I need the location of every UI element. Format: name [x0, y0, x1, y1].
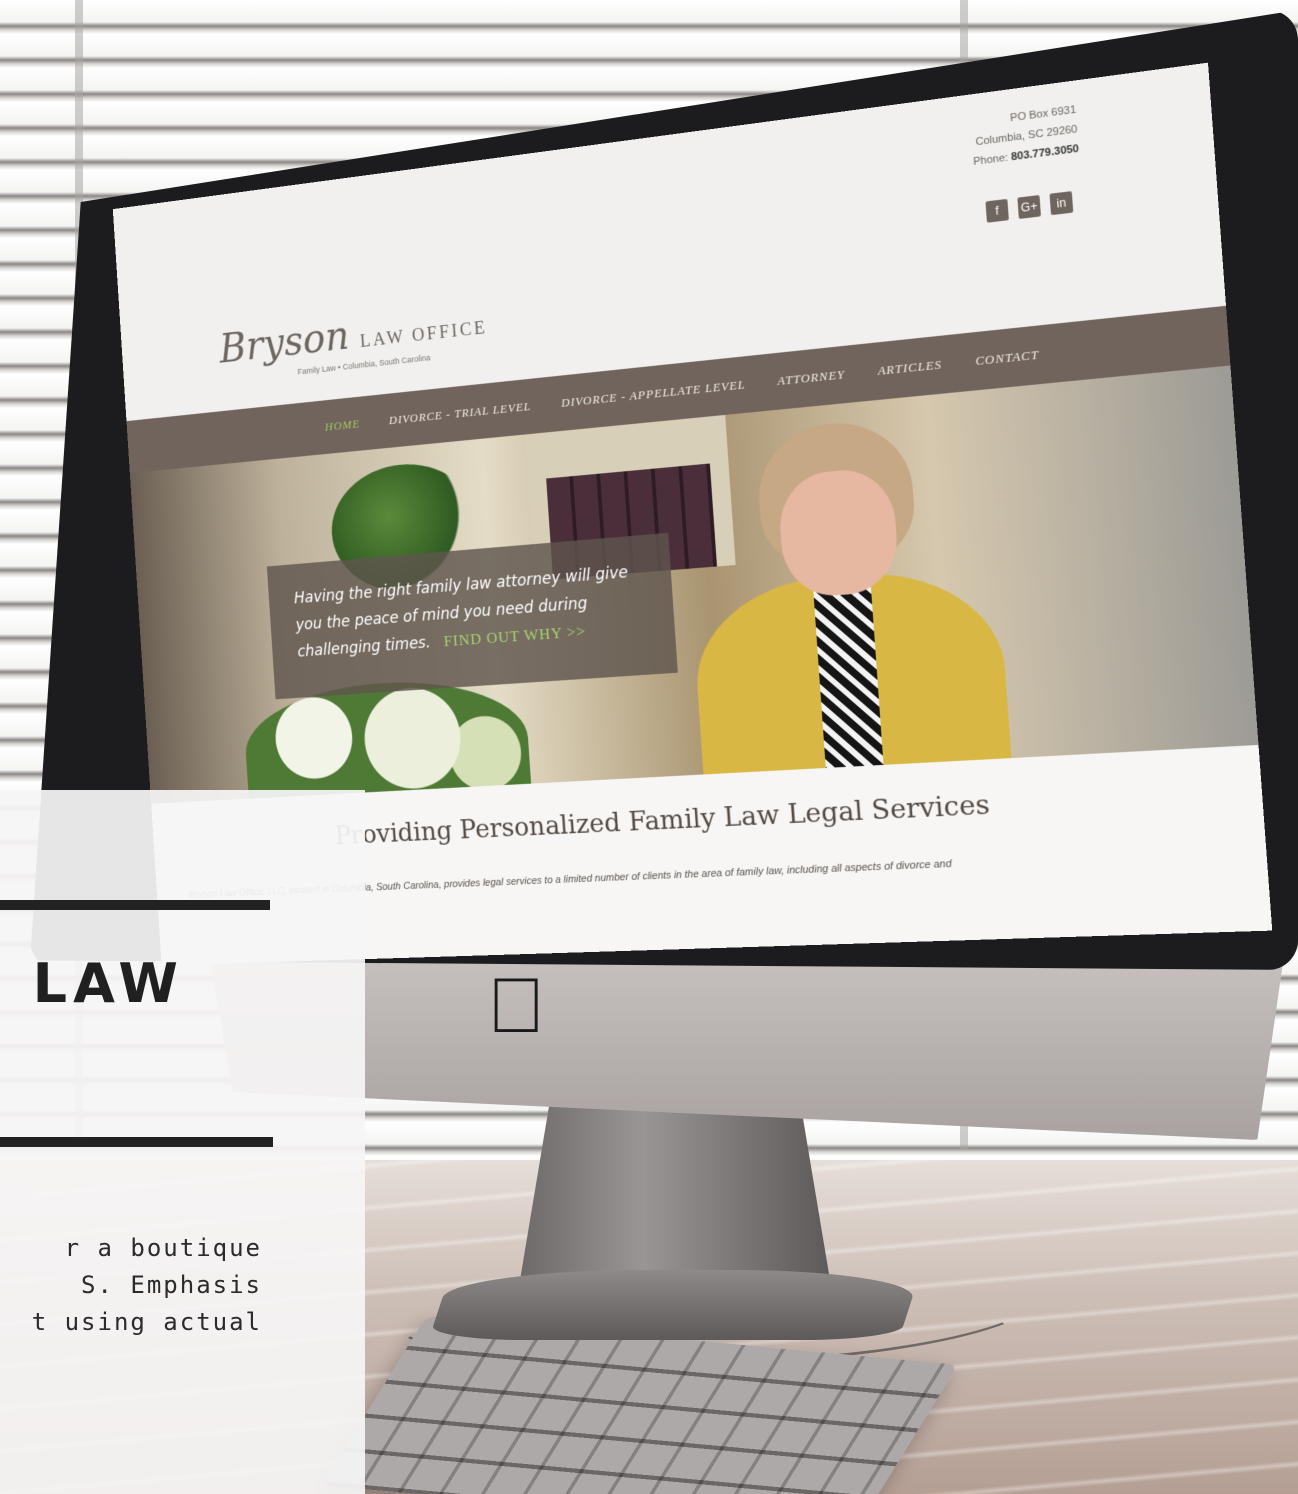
card-desc-line: t using actual: [31, 1308, 262, 1336]
google-plus-icon[interactable]: G+: [1017, 194, 1041, 219]
facebook-icon[interactable]: f: [985, 198, 1009, 223]
monitor-stand-base: [428, 1270, 922, 1340]
card-description: r a boutique S. Emphasis t using actual: [0, 1230, 262, 1341]
logo-caps: LAW OFFICE: [359, 317, 489, 352]
nav-attorney[interactable]: ATTORNEY: [777, 367, 846, 389]
contact-block: PO Box 6931 Columbia, SC 29260 Phone: 80…: [970, 100, 1080, 172]
nav-home[interactable]: HOME: [324, 416, 360, 434]
card-desc-line: S. Emphasis: [81, 1271, 262, 1299]
nav-contact[interactable]: CONTACT: [975, 347, 1040, 369]
nav-articles[interactable]: ARTICLES: [877, 357, 942, 379]
hero-banner: Having the right family law attorney wil…: [266, 532, 678, 700]
divider-top: [0, 900, 270, 910]
phone-label: Phone:: [972, 151, 1009, 168]
attorney-photo: [680, 409, 1015, 804]
divider-bottom: [0, 1137, 273, 1147]
social-links: f G+ in: [985, 191, 1074, 223]
card-title: LAW: [32, 952, 184, 1015]
phone-number[interactable]: 803.779.3050: [1011, 143, 1080, 163]
find-out-why-link[interactable]: FIND OUT WHY >>: [443, 622, 586, 650]
content-title: Providing Personalized Family Law Legal …: [333, 788, 991, 851]
nav-divorce-trial[interactable]: DIVORCE - TRIAL LEVEL: [388, 399, 531, 428]
apple-logo-icon: : [486, 965, 546, 1045]
linkedin-icon[interactable]: in: [1049, 191, 1074, 216]
project-card: LAW r a boutique S. Emphasis t using act…: [0, 790, 365, 1494]
card-desc-line: r a boutique: [64, 1234, 262, 1262]
site-logo[interactable]: Bryson LAW OFFICE Family Law • Columbia,…: [218, 297, 489, 385]
nav-divorce-appellate[interactable]: DIVORCE - APPELLATE LEVEL: [561, 377, 746, 411]
